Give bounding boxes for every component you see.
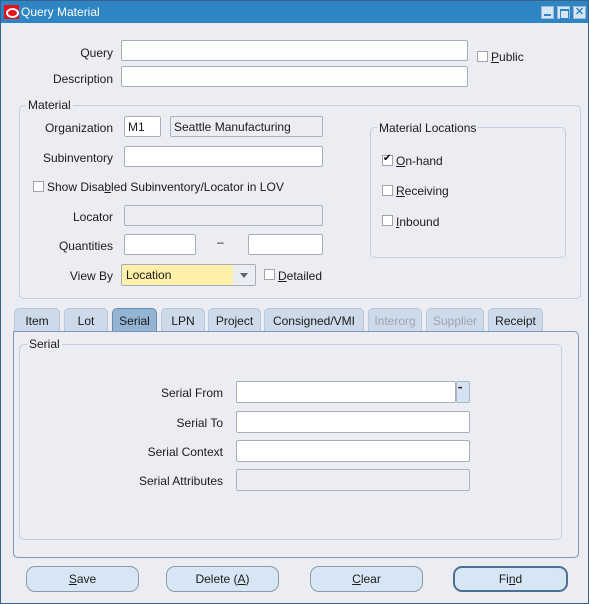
find-label-post: d	[515, 572, 523, 586]
on-hand-mnemonic: O	[396, 154, 406, 168]
subinventory-input[interactable]	[124, 146, 323, 167]
close-icon[interactable]: ✕	[573, 6, 586, 19]
save-mnemonic: S	[68, 572, 77, 586]
locator-label: Locator	[72, 210, 113, 224]
public-mnemonic: P	[491, 50, 500, 64]
maximize-icon[interactable]	[557, 6, 570, 19]
tab-lot[interactable]: Lot	[64, 308, 108, 332]
view-by-select[interactable]: Location	[121, 264, 256, 286]
organization-code-input[interactable]	[124, 116, 161, 137]
minimize-icon[interactable]	[541, 6, 554, 19]
detailed-label[interactable]: Detailed	[278, 269, 322, 283]
quantities-label: Quantities	[58, 239, 113, 253]
material-group-title: Material	[26, 98, 73, 112]
delete-button[interactable]: Delete (A)	[166, 566, 279, 592]
view-by-value: Location	[126, 268, 172, 282]
quantity-separator: –	[217, 235, 224, 249]
on-hand-checkbox[interactable]	[382, 153, 393, 166]
quantity-to-input[interactable]	[248, 234, 323, 255]
save-label: ave	[76, 572, 97, 586]
detailed-mnemonic: D	[278, 269, 287, 283]
show-disabled-text-pre: Show Disa	[47, 180, 105, 194]
serial-from-label: Serial From	[160, 386, 223, 400]
oracle-logo-icon	[4, 5, 19, 19]
serial-context-label: Serial Context	[147, 445, 223, 459]
save-button[interactable]: Save	[26, 566, 139, 592]
title-bar[interactable]: Query Material ✕	[1, 1, 588, 23]
chevron-down-icon[interactable]	[233, 265, 255, 285]
serial-to-label: Serial To	[176, 416, 223, 430]
show-disabled-label[interactable]: Show Disabled Subinventory/Locator in LO…	[47, 180, 284, 194]
serial-attributes-field	[236, 469, 470, 491]
serial-to-input[interactable]	[236, 411, 470, 433]
show-disabled-text-post: led Subinventory/Locator in LOV	[111, 180, 284, 194]
organization-name-field	[170, 116, 323, 137]
public-label-text: ublic	[499, 50, 524, 64]
public-label[interactable]: Public	[491, 50, 524, 64]
serial-from-input[interactable]	[236, 381, 456, 403]
serial-context-input[interactable]	[236, 440, 470, 462]
tab-item[interactable]: Item	[14, 308, 60, 332]
receiving-mnemonic: R	[396, 184, 405, 198]
find-label-pre: Fi	[498, 572, 509, 586]
description-input[interactable]	[121, 66, 468, 87]
window-title: Query Material	[21, 5, 100, 19]
organization-label: Organization	[44, 121, 113, 135]
detailed-checkbox[interactable]	[264, 269, 275, 280]
delete-label-pre: Delete (	[195, 572, 238, 586]
query-input[interactable]	[121, 40, 468, 61]
delete-mnemonic: A	[237, 572, 246, 586]
detailed-label-text: etailed	[286, 269, 323, 283]
receiving-checkbox[interactable]	[382, 185, 393, 196]
find-button[interactable]: Find	[453, 566, 568, 592]
receiving-label-text: eceiving	[404, 184, 449, 198]
query-material-window: Query Material ✕ Query Public Descriptio…	[0, 0, 589, 604]
inbound-checkbox[interactable]	[382, 215, 393, 226]
tab-consigned-vmi[interactable]: Consigned/VMI	[264, 308, 364, 332]
view-by-label: View By	[69, 269, 113, 283]
clear-button[interactable]: Clear	[310, 566, 423, 592]
tab-interorg: Interorg	[368, 308, 422, 332]
query-label: Query	[80, 46, 113, 60]
on-hand-label-text: n-hand	[405, 154, 443, 168]
list-of-values-icon[interactable]	[456, 381, 470, 403]
clear-label: lear	[360, 572, 381, 586]
inbound-label-text: nbound	[399, 215, 440, 229]
clear-mnemonic: C	[352, 572, 361, 586]
tab-lpn[interactable]: LPN	[161, 308, 205, 332]
tab-serial[interactable]: Serial	[112, 308, 157, 333]
locator-field	[124, 205, 323, 226]
delete-label-post: )	[245, 572, 250, 586]
on-hand-label[interactable]: On-hand	[396, 154, 443, 168]
tab-supplier: Supplier	[426, 308, 484, 332]
tab-receipt[interactable]: Receipt	[488, 308, 543, 332]
receiving-label[interactable]: Receiving	[396, 184, 449, 198]
description-label: Description	[52, 72, 113, 86]
quantity-from-input[interactable]	[124, 234, 196, 255]
show-disabled-checkbox[interactable]	[33, 181, 44, 192]
tab-project[interactable]: Project	[208, 308, 261, 332]
subinventory-label: Subinventory	[42, 151, 113, 165]
serial-group-title: Serial	[27, 337, 62, 351]
inbound-label[interactable]: Inbound	[396, 215, 439, 229]
serial-attributes-label: Serial Attributes	[138, 474, 223, 488]
find-mnemonic: n	[508, 572, 516, 586]
public-checkbox[interactable]	[477, 51, 488, 62]
material-locations-title: Material Locations	[377, 121, 479, 135]
